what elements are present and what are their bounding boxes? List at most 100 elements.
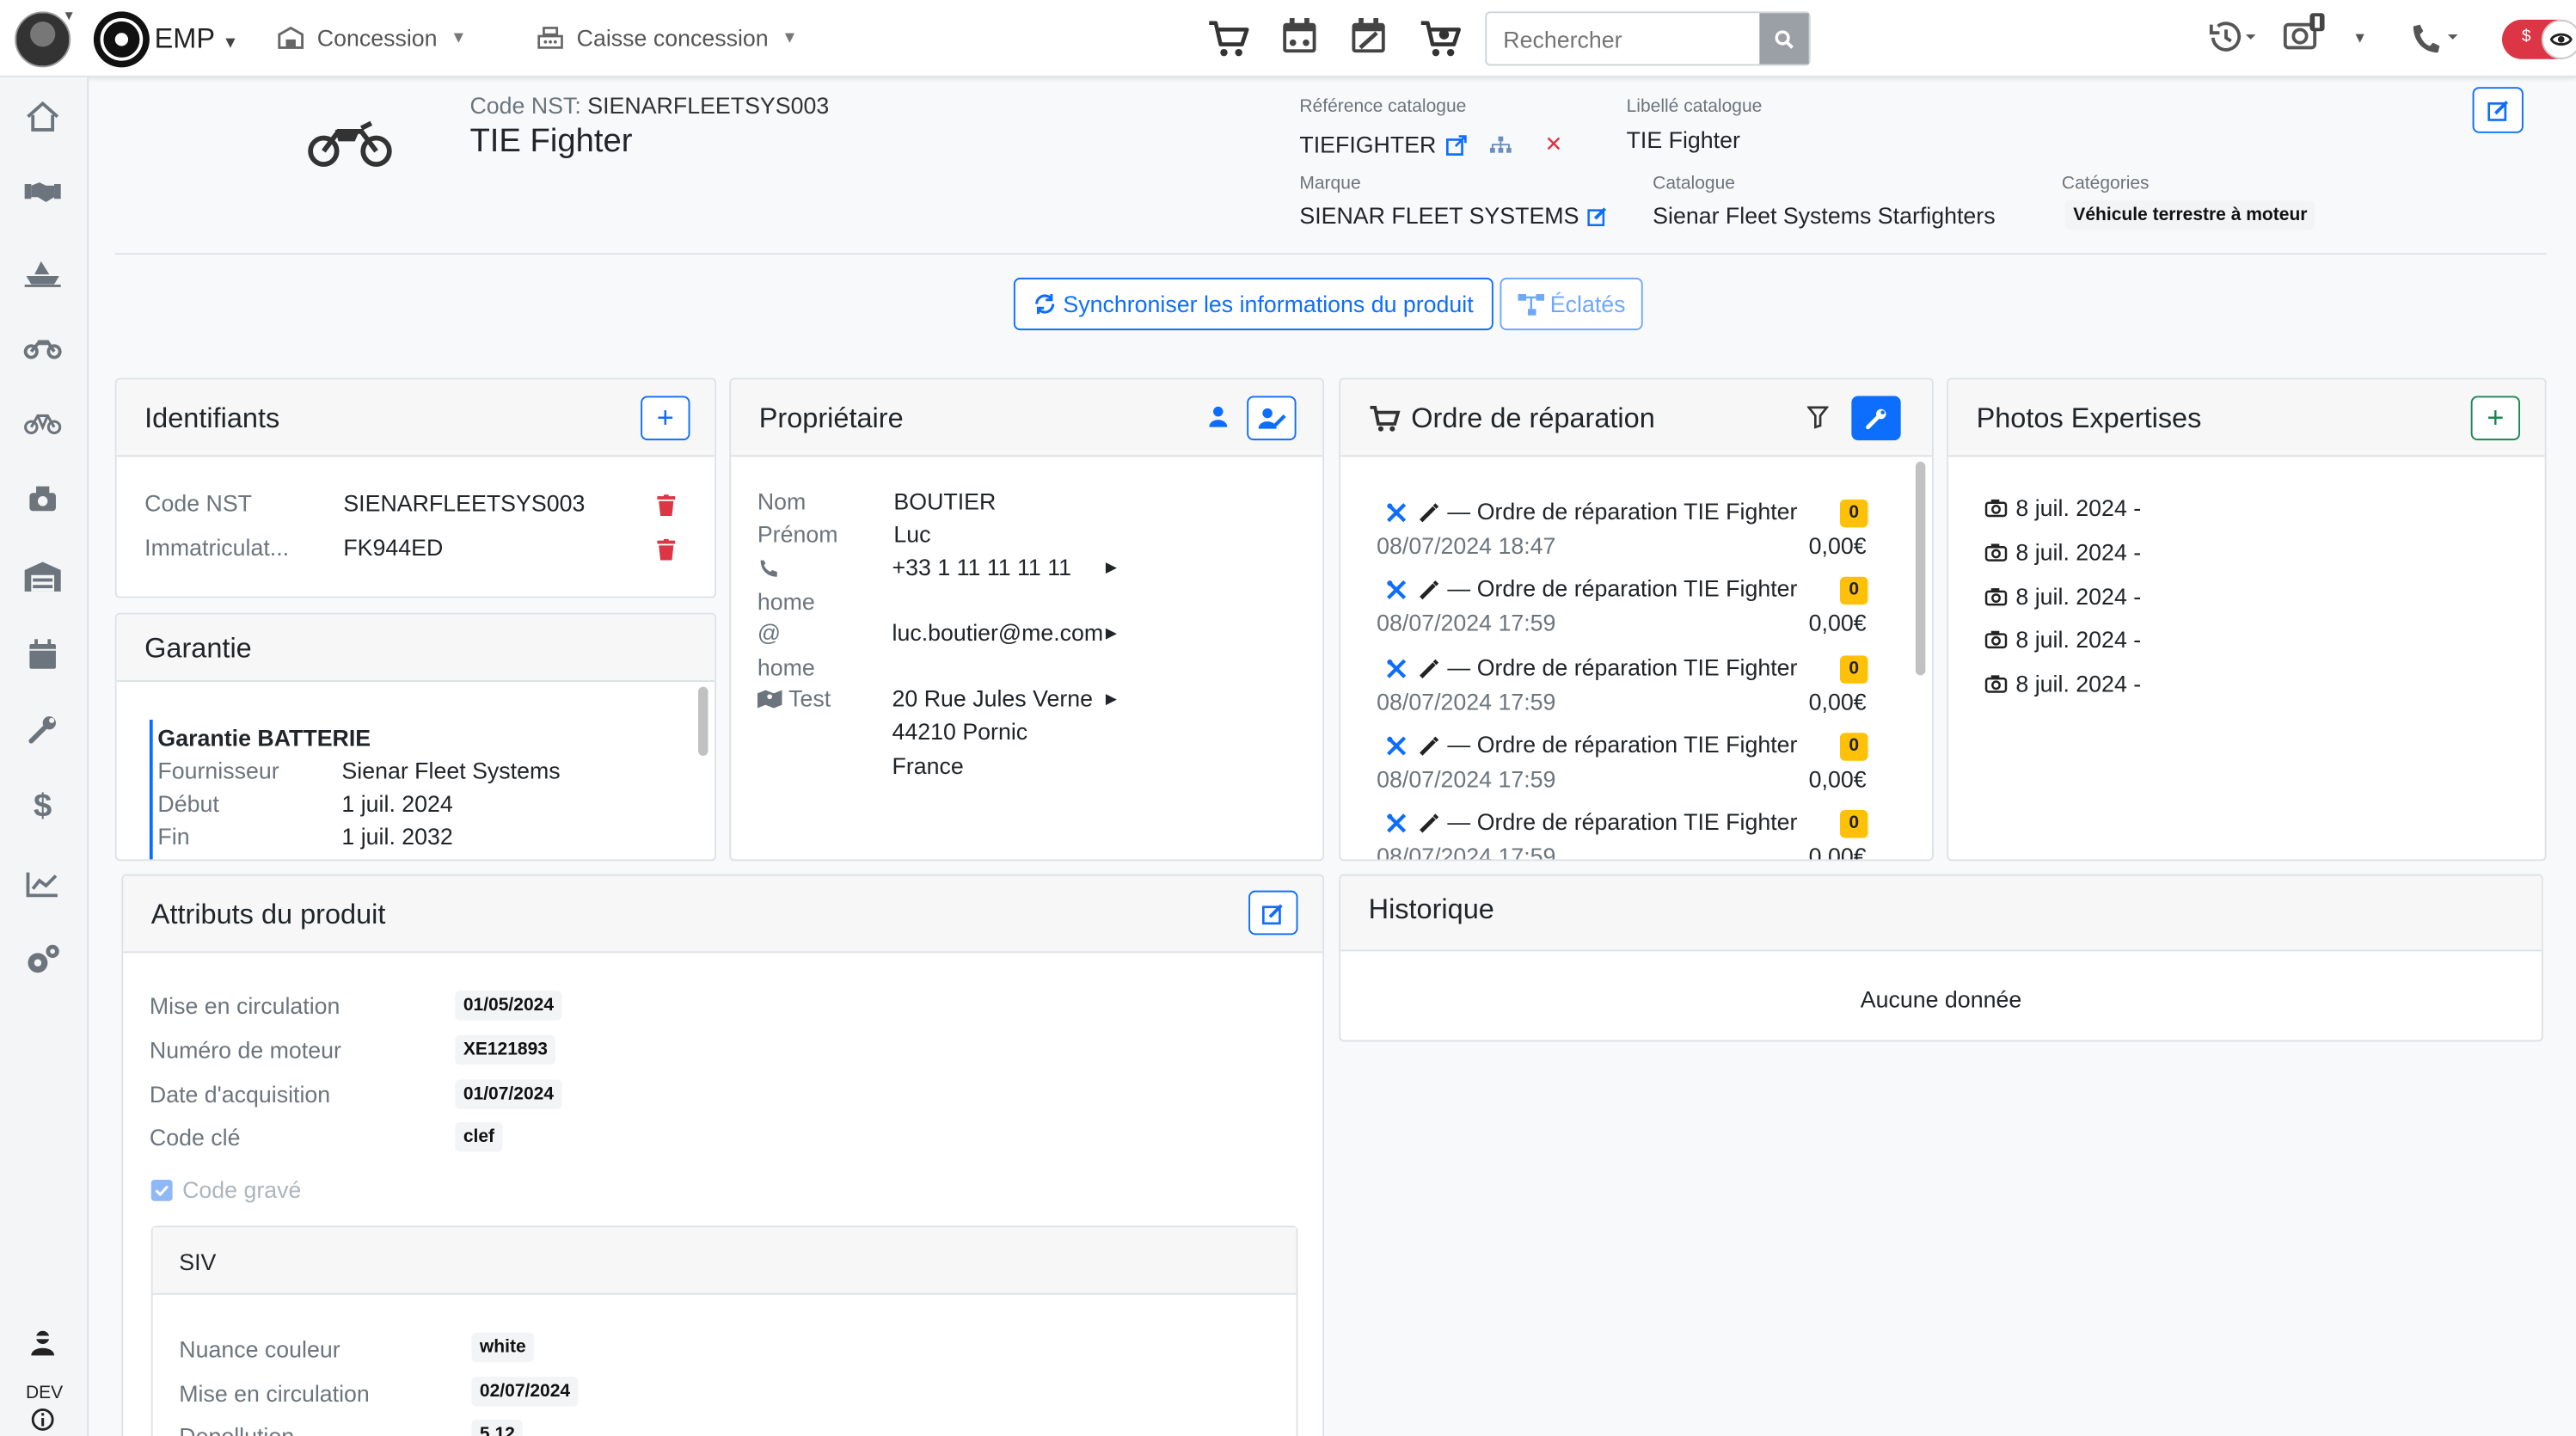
- phone-type: home: [757, 588, 815, 615]
- repair-order-row[interactable]: — Ordre de réparation TIE Fighter 0 08/07/2…: [1340, 654, 1899, 726]
- order-label[interactable]: Ordre de réparation TIE Fighter: [1477, 654, 1798, 680]
- libelle-label: Libellé catalogue: [1626, 96, 1763, 117]
- nom-label: Nom: [757, 488, 807, 515]
- ref-catalogue-label: Référence catalogue: [1299, 96, 1467, 117]
- phone-icon[interactable]: [2408, 20, 2458, 63]
- debut-label: Début: [157, 790, 219, 817]
- info-icon[interactable]: [29, 1407, 56, 1433]
- motorcycle-icon[interactable]: [21, 327, 64, 366]
- photo-item[interactable]: 8 juil. 2024 -: [1984, 626, 2142, 654]
- scrollbar[interactable]: [698, 686, 708, 756]
- cart-icon: [1369, 404, 1401, 439]
- attribute-value: 01/05/2024: [455, 991, 562, 1021]
- search-input[interactable]: [1487, 13, 1763, 64]
- search-button[interactable]: [1759, 13, 1809, 64]
- dollar-icon[interactable]: $: [21, 787, 64, 826]
- code-nst-line: Code NST: SIENARFLEETSYS003: [469, 92, 829, 119]
- camera-caret-icon[interactable]: ▼: [2352, 29, 2367, 46]
- ref-catalogue-value: TIEFIGHTER: [1299, 131, 1437, 158]
- emp-logo[interactable]: [93, 11, 150, 68]
- divider: [114, 253, 2547, 255]
- fournisseur-value: Sienar Fleet Systems: [341, 757, 561, 784]
- email-value[interactable]: luc.boutier@me.com: [892, 619, 1104, 646]
- edit-product-button[interactable]: [2472, 87, 2524, 133]
- concession-dropdown[interactable]: Concession ▼: [278, 25, 467, 51]
- pencil-icon: [1420, 579, 1439, 605]
- checkbox-checked-icon: [150, 1178, 173, 1200]
- siv-label: Depollution: [179, 1423, 294, 1436]
- diagram-icon: [1517, 293, 1544, 315]
- caisse-dropdown[interactable]: Caisse concession ▼: [537, 25, 798, 51]
- chart-icon[interactable]: [21, 864, 64, 904]
- card-header: Attributs du produit: [123, 875, 1323, 954]
- user-icon[interactable]: [1209, 406, 1228, 433]
- eclates-button[interactable]: Éclatés: [1500, 277, 1643, 331]
- boat-icon[interactable]: [21, 251, 64, 291]
- order-label[interactable]: Ordre de réparation TIE Fighter: [1477, 808, 1798, 835]
- sitemap-icon[interactable]: [1490, 135, 1512, 154]
- photo-item[interactable]: 8 juil. 2024 -: [1984, 494, 2141, 521]
- code-grave-checkbox[interactable]: Code gravé: [150, 1176, 301, 1203]
- caret-right-icon[interactable]: ▶: [1106, 690, 1117, 709]
- photo-item[interactable]: 8 juil. 2024 -: [1984, 538, 2141, 565]
- calendar-icon[interactable]: [21, 635, 64, 674]
- trash-icon[interactable]: [657, 538, 676, 566]
- warehouse-icon[interactable]: [21, 557, 64, 597]
- photo-item[interactable]: 8 juil. 2024 -: [1984, 583, 2141, 609]
- marque-value: SIENAR FLEET SYSTEMS: [1299, 202, 1579, 229]
- app-switcher[interactable]: EMP ▼: [155, 23, 239, 56]
- repair-order-row[interactable]: — Ordre de réparation TIE Fighter 0 08/07/2…: [1340, 575, 1899, 647]
- handshake-icon[interactable]: [21, 173, 64, 212]
- edit-icon: [1261, 903, 1283, 924]
- avatar-caret-icon[interactable]: ▼: [63, 9, 76, 23]
- order-label[interactable]: Ordre de réparation TIE Fighter: [1477, 498, 1798, 525]
- card-header: Historique: [1340, 875, 2542, 952]
- add-identifiant-button[interactable]: +: [641, 396, 690, 441]
- calendar-tools-icon[interactable]: [1349, 16, 1395, 59]
- dev-mode-toggle[interactable]: $: [2501, 19, 2576, 59]
- siv-value: 02/07/2024: [471, 1376, 579, 1406]
- engine-icon[interactable]: [21, 480, 64, 519]
- caret-right-icon[interactable]: ▶: [1106, 624, 1117, 642]
- photo-date: 8 juil. 2024 -: [2015, 626, 2142, 654]
- external-link-icon[interactable]: [1446, 134, 1468, 156]
- caret-right-icon[interactable]: ▶: [1106, 559, 1117, 577]
- trash-icon[interactable]: [657, 494, 676, 521]
- edit-owner-button[interactable]: [1247, 396, 1297, 441]
- historique-card: Historique Aucune donnée: [1339, 874, 2543, 1042]
- home-icon[interactable]: [21, 97, 64, 137]
- bicycle-icon[interactable]: [21, 402, 64, 442]
- scrollbar[interactable]: [1915, 461, 1926, 676]
- cart-moto-icon[interactable]: [1418, 16, 1463, 59]
- history-icon[interactable]: [2206, 20, 2256, 63]
- address-line3: France: [892, 752, 964, 779]
- order-date: 08/07/2024 17:59: [1377, 843, 1556, 862]
- attribute-label: Date d'acquisition: [149, 1080, 331, 1108]
- order-label[interactable]: Ordre de réparation TIE Fighter: [1477, 575, 1798, 602]
- filter-icon[interactable]: [1806, 406, 1830, 433]
- remove-icon[interactable]: ✕: [1545, 132, 1563, 158]
- edit-icon[interactable]: [1587, 205, 1609, 226]
- sync-product-button[interactable]: Synchroniser les informations du produit: [1013, 277, 1493, 331]
- photo-item[interactable]: 8 juil. 2024 -: [1984, 671, 2141, 697]
- repair-order-row[interactable]: — Ordre de réparation TIE Fighter 0 08/07/2…: [1340, 498, 1899, 570]
- order-label[interactable]: Ordre de réparation TIE Fighter: [1477, 731, 1798, 758]
- order-date: 08/07/2024 17:59: [1377, 765, 1556, 792]
- phone-value[interactable]: +33 1 11 11 11 11: [892, 554, 1072, 580]
- code-nst-value: SIENARFLEETSYS003: [587, 92, 830, 119]
- wrench-icon[interactable]: [21, 709, 64, 749]
- repair-order-row[interactable]: — Ordre de réparation TIE Fighter 0 08/07/2…: [1340, 808, 1899, 862]
- address-line1[interactable]: 20 Rue Jules Verne: [892, 685, 1093, 712]
- cash-register-icon: [537, 27, 563, 49]
- camera-icon[interactable]: [2282, 11, 2328, 54]
- edit-attributs-button[interactable]: [1248, 890, 1298, 936]
- calendar-moto-icon[interactable]: [1279, 16, 1325, 59]
- repair-order-row[interactable]: — Ordre de réparation TIE Fighter 0 08/07/2…: [1340, 731, 1899, 803]
- gears-icon[interactable]: [21, 940, 64, 979]
- add-photo-button[interactable]: +: [2470, 396, 2521, 441]
- ref-catalogue-field: TIEFIGHTER ✕: [1299, 132, 1562, 158]
- cart-icon[interactable]: [1205, 16, 1251, 59]
- user-secret-icon[interactable]: [21, 1322, 64, 1362]
- new-repair-button[interactable]: [1851, 396, 1901, 441]
- fournisseur-label: Fournisseur: [157, 757, 279, 784]
